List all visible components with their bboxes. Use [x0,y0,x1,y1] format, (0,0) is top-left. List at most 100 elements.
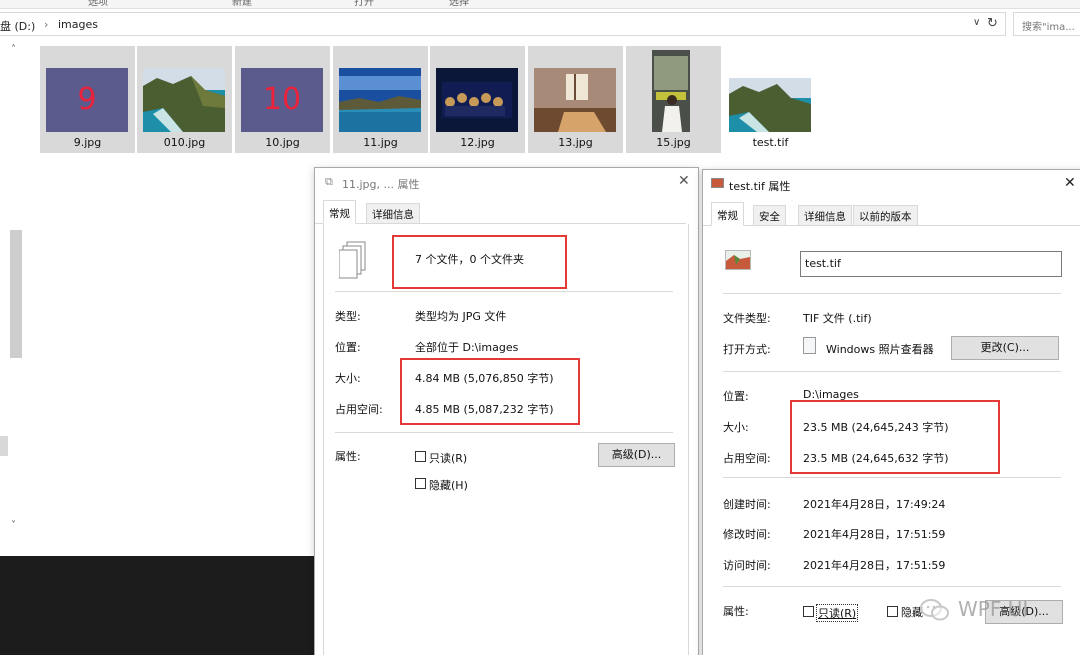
readonly-label: 只读(R) [816,604,859,622]
created-label: 创建时间: [723,498,771,511]
tif-file-icon [711,178,724,188]
ribbon-tab[interactable]: 新建 [232,0,252,8]
size-label: 大小: [723,421,749,434]
tif-file-icon [725,250,751,270]
breadcrumb-drive[interactable]: 盘 (D:) [0,18,35,34]
scroll-marker [0,436,8,456]
dialog-title: test.tif 属性 [729,180,791,193]
photo-viewer-icon [803,337,816,354]
readonly-label: 只读(R) [429,452,468,465]
attributes-label: 属性: [723,605,749,618]
separator [723,293,1061,294]
file-tile[interactable]: 11.jpg [333,46,428,153]
separator [723,586,1061,587]
attributes-label: 属性: [335,450,361,463]
tab-bar: 常规 详细信息 [315,200,686,224]
dialog-title: 11.jpg, ... 属性 [342,178,420,191]
separator [335,291,673,292]
close-icon[interactable]: ✕ [1064,175,1076,191]
change-button[interactable]: 更改(C)... [951,336,1059,360]
file-name: 11.jpg [363,136,398,149]
location-value: 全部位于 D:\images [415,341,519,354]
file-tile[interactable]: 13.jpg [528,46,623,153]
search-box[interactable]: 搜索"ima... [1013,12,1080,36]
filetype-label: 文件类型: [723,312,771,325]
file-thumbnail [652,50,690,132]
files-icon [338,240,369,283]
file-name: test.tif [752,136,789,149]
location-label: 位置: [335,341,361,354]
file-name: 10.jpg [265,136,300,149]
readonly-checkbox[interactable] [415,451,426,462]
jpg-properties-dialog: ⧉ 11.jpg, ... 属性 ✕ 常规 详细信息 7 个文件，0 个文件夹 … [314,167,699,655]
highlight-box [392,235,567,289]
tab-general[interactable]: 常规 [711,202,744,226]
file-name: 12.jpg [460,136,495,149]
watermark: WPF UI [920,596,1060,626]
size-label: 大小: [335,372,361,385]
highlight-box [790,400,1000,474]
ribbon-tab[interactable]: 打开 [354,0,374,8]
modified-label: 修改时间: [723,528,771,541]
hidden-checkbox[interactable] [887,606,898,617]
file-tile[interactable]: test.tif [723,46,818,153]
dialog-title-bar[interactable]: test.tif 属性 ✕ [703,170,1080,200]
separator [723,371,1061,372]
tab-security[interactable]: 安全 [753,205,786,226]
file-tile[interactable]: 10 10.jpg [235,46,330,153]
file-tile[interactable]: 010.jpg [137,46,232,153]
breadcrumb-separator-icon: › [44,18,49,31]
watermark-text: WPF UI [958,597,1029,621]
tab-general[interactable]: 常规 [323,200,356,224]
file-thumbnail: 9 [46,68,128,132]
file-thumbnail [729,78,811,132]
scroll-up-icon[interactable]: ˄ [11,44,16,55]
file-tile[interactable]: 9 9.jpg [40,46,135,153]
hidden-checkbox[interactable] [415,478,426,489]
refresh-icon[interactable]: ↻ [987,16,998,31]
tab-previous-versions[interactable]: 以前的版本 [853,205,918,226]
tif-properties-dialog: test.tif 属性 ✕ 常规 安全 详细信息 以前的版本 test.tif … [702,169,1080,655]
close-icon[interactable]: ✕ [678,173,690,189]
highlight-box [400,358,580,425]
created-value: 2021年4月28日，17:49:24 [803,498,946,511]
readonly-checkbox[interactable] [803,606,814,617]
filetype-value: TIF 文件 (.tif) [803,312,872,325]
file-tile[interactable]: 12.jpg [430,46,525,153]
address-box[interactable]: 盘 (D:) › images ∨ ↻ [0,12,1006,36]
file-thumbnail: 10 [241,68,323,132]
disk-size-label: 占用空间: [335,403,383,416]
tab-details[interactable]: 详细信息 [798,205,852,226]
wechat-logo-icon [920,599,949,621]
accessed-value: 2021年4月28日，17:51:59 [803,559,946,572]
scrollbar-thumb[interactable] [10,230,22,358]
file-thumbnail [143,68,225,132]
copy-icon: ⧉ [325,175,333,188]
chevron-down-icon[interactable]: ∨ [973,17,980,28]
openwith-value: Windows 照片查看器 [826,343,934,356]
ribbon-tab[interactable]: 选项 [88,0,108,8]
breadcrumb-folder[interactable]: images [58,18,98,31]
dialog-title-bar[interactable]: ⧉ 11.jpg, ... 属性 ✕ [315,168,698,198]
filename-field[interactable]: test.tif [800,251,1062,277]
file-thumbnail [436,68,518,132]
tab-details[interactable]: 详细信息 [366,203,420,224]
openwith-label: 打开方式: [723,343,771,356]
ribbon-tab[interactable]: 选择 [449,0,469,8]
file-name: 13.jpg [558,136,593,149]
file-thumbnail [339,68,421,132]
dark-panel [0,556,320,655]
ribbon: 选项 新建 打开 选择 [0,0,1080,9]
file-thumbnail [534,68,616,132]
file-name: 010.jpg [163,136,206,149]
location-label: 位置: [723,390,749,403]
advanced-button[interactable]: 高级(D)... [598,443,675,467]
search-input[interactable]: 搜索"ima... [1022,18,1075,33]
type-label: 类型: [335,310,361,323]
scroll-down-icon[interactable]: ˅ [11,520,16,531]
vertical-scrollbar[interactable]: ˄ ˅ [0,38,32,548]
filename-input[interactable]: test.tif [805,257,841,270]
file-name: 9.jpg [73,136,102,149]
file-tile[interactable]: 15.jpg [626,46,721,153]
separator [335,432,673,433]
